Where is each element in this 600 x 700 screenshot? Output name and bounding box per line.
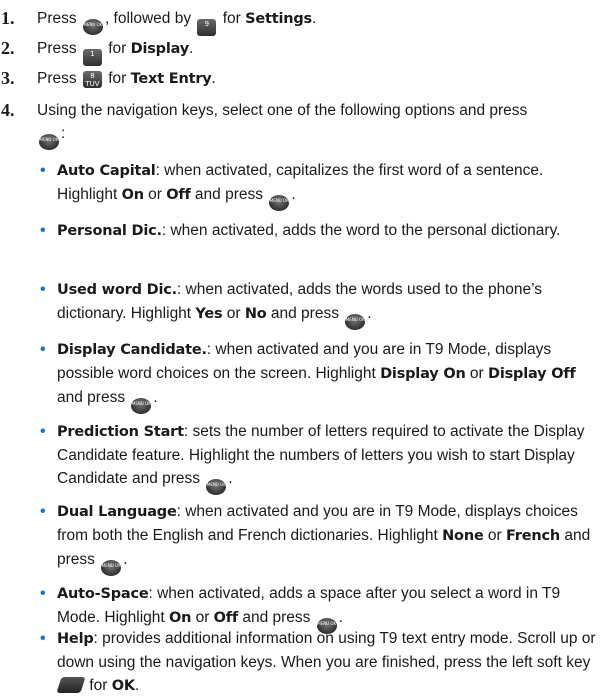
instruction-page: 1. Press MENU OK, followed by 9 for Sett… [1,8,596,694]
menu-ok-key-icon: MENU OK [269,195,290,211]
text-entry-label: Text Entry [130,71,212,87]
option-term: Used word Dic. [57,282,177,298]
menu-ok-key-icon: MENU OK [345,314,366,330]
option-term: Auto-Space [57,586,149,602]
left-soft-key-icon [56,677,86,693]
bullet-icon: • [40,341,46,358]
settings-label: Settings [245,11,312,27]
menu-ok-key-icon: MENU OK [131,398,152,414]
menu-ok-key-icon: MENU OK [206,479,227,495]
step-number: 3. [1,68,15,88]
step-number: 4. [1,100,15,120]
menu-ok-key-icon: MENU OK [39,134,59,150]
bullet-icon: • [40,281,46,298]
bullet-icon: • [40,503,46,520]
settings-key-icon: 9 [197,19,217,36]
display-label: Display [130,41,190,57]
bullet-icon: • [40,162,46,179]
text-entry-key-icon: 8 TUV [82,71,102,88]
option-term: Auto Capital [57,163,156,179]
display-key-icon: 1 [82,49,102,66]
menu-ok-key-icon: MENU OK [101,560,122,576]
bullet-icon: • [40,630,46,647]
option-term: Prediction Start [57,424,184,440]
bullet-icon: • [40,423,46,440]
bullet-icon: • [40,222,46,239]
option-term: Dual Language [57,504,177,520]
option-term: Personal Dic. [57,223,162,239]
step-number: 1. [1,8,15,28]
option-term: Help [57,631,94,647]
step-number: 2. [1,38,15,58]
bullet-icon: • [40,585,46,602]
menu-ok-key-icon: MENU OK [82,19,103,35]
option-term: Display Candidate. [57,342,207,358]
